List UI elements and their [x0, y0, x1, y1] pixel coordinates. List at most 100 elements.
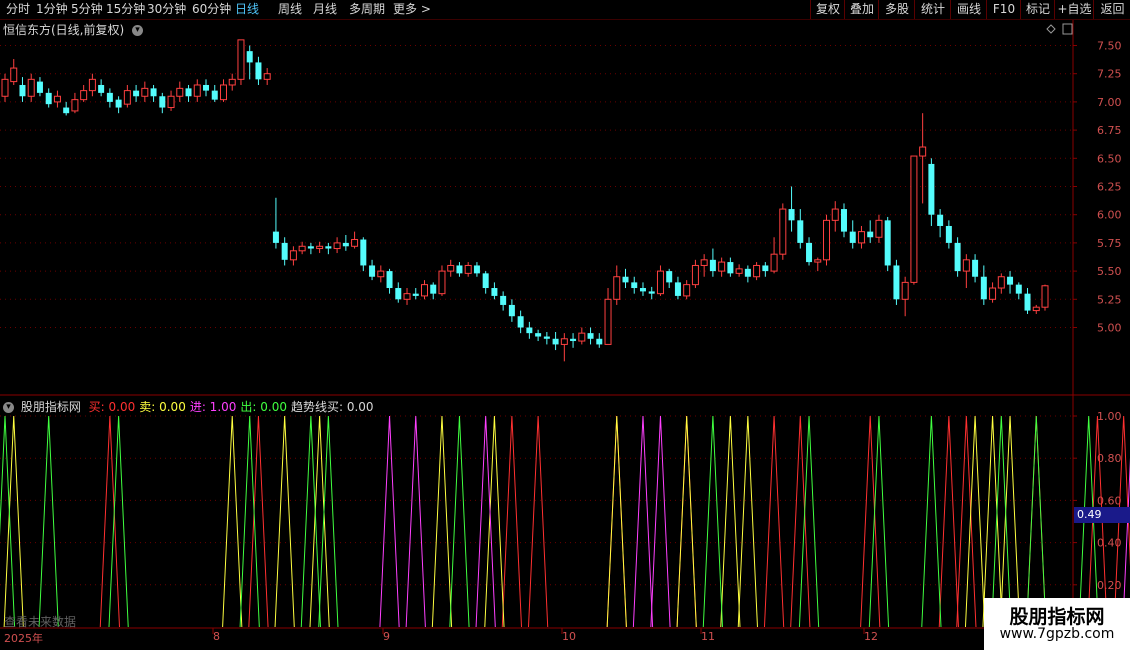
candle-body-down	[185, 88, 192, 97]
candle-body-down	[106, 92, 113, 102]
candle-body-down	[797, 220, 804, 243]
candle-body-down	[19, 84, 26, 97]
indicator-spike-买	[1026, 415, 1047, 628]
indicator-spike-卖	[982, 415, 1003, 628]
candle-body-down	[945, 225, 952, 243]
price-label-0: 7.50	[1097, 40, 1122, 53]
candle-body-down	[500, 295, 507, 305]
candle-body-down	[473, 265, 480, 274]
candle-body-down	[1015, 284, 1022, 294]
candle-body-down	[159, 96, 166, 108]
candle-body-down	[133, 90, 140, 97]
indicator-spike-买	[248, 415, 269, 628]
indicator-spike-出	[300, 415, 321, 628]
candle-body-down	[884, 220, 891, 266]
candle-body-up	[997, 276, 1005, 289]
price-label-4: 6.50	[1097, 152, 1122, 165]
candle-body-up	[779, 208, 787, 255]
candle-body-down	[788, 209, 795, 221]
candle-body-up	[123, 90, 131, 105]
indicator-name: 股朋指标网	[20, 400, 81, 414]
candle-body-up	[141, 87, 149, 97]
indicator-spike-买	[606, 415, 627, 628]
candle-body-up	[718, 261, 726, 272]
candle-body-down	[456, 265, 463, 274]
candle-body-down	[954, 242, 961, 272]
candle-body-up	[814, 259, 822, 263]
candle-body-down	[639, 288, 646, 292]
candle-body-up	[700, 259, 708, 266]
indicator-spike-出	[868, 415, 890, 628]
candle-body-up	[831, 208, 839, 221]
indicator-spike-出	[38, 415, 59, 628]
candle-body-up	[193, 84, 201, 97]
candle-body-up	[1041, 285, 1049, 308]
candle-body-up	[735, 268, 743, 274]
candle-body-down	[928, 163, 935, 215]
candle-body-up	[447, 264, 455, 272]
x-axis-label-5: 12	[864, 630, 878, 643]
indicator-item-2: 进: 1.00	[189, 400, 237, 414]
candle-body-up	[438, 270, 446, 295]
indicator-spike-买	[527, 415, 549, 628]
candle-body-down	[63, 107, 70, 114]
candle-body-down	[36, 81, 43, 93]
candle-body-down	[395, 288, 402, 300]
candle-body-down	[246, 51, 253, 63]
candle-body-down	[543, 336, 550, 339]
candle-body-down	[937, 214, 944, 226]
candle-body-up	[377, 270, 385, 278]
main-chart[interactable]: 7.50 7.25 7.00 6.75 6.50 6.25 6.00 5.75 5.50 5.25…	[0, 0, 1130, 650]
diamond-icon	[1046, 24, 1056, 34]
candle-body-up	[237, 39, 245, 80]
candle-body-down	[307, 246, 314, 249]
candle-body-down	[849, 231, 856, 243]
candle-body-up	[351, 239, 359, 247]
candle-body-up	[71, 99, 79, 112]
candle-body-down	[570, 338, 577, 342]
indicator-spike-卖	[3, 415, 24, 628]
indicator-spike-进	[405, 415, 426, 628]
candle-body-down	[281, 242, 288, 260]
price-label-5: 6.25	[1097, 181, 1122, 194]
candle-body-up	[578, 332, 586, 342]
candle-body-down	[211, 90, 218, 100]
indicator-spike-买	[763, 415, 785, 628]
indicator-spike-进	[379, 415, 400, 628]
candle-body-down	[325, 246, 332, 249]
price-label-7: 5.75	[1097, 237, 1122, 250]
indicator-spike-出	[798, 415, 820, 628]
price-label-8: 5.50	[1097, 265, 1122, 278]
candle-body-up	[420, 284, 428, 297]
price-label-10: 5.00	[1097, 322, 1122, 335]
indicator-header: ▾ 股朋指标网 买: 0.00 卖: 0.00 进: 1.00 出: 0.00 趋势线买…	[3, 398, 378, 415]
candle-body-down	[744, 268, 751, 277]
watermark-url: www.7gpzb.com	[999, 626, 1115, 642]
x-axis-label-0: 2025年	[4, 632, 43, 645]
candle-body-up	[53, 95, 61, 103]
future-data-link[interactable]: 查看未来数据	[4, 613, 76, 630]
candle-body-down	[360, 239, 367, 266]
candle-body-down	[255, 62, 262, 80]
price-label-1: 7.25	[1097, 68, 1122, 81]
candle-body-up	[88, 78, 96, 92]
candle-body-down	[674, 282, 681, 296]
indicator-spike-卖	[606, 415, 627, 628]
indicator-spike-买	[99, 415, 120, 628]
indicator-spike-卖	[309, 415, 330, 628]
candle-body-down	[386, 271, 393, 289]
indicator-spike-买	[956, 415, 977, 628]
candle-body-up	[656, 270, 664, 295]
candle-body-down	[203, 84, 210, 91]
price-label-6: 6.00	[1097, 209, 1122, 222]
candle-body-down	[980, 276, 987, 300]
indicator-spike-卖	[999, 415, 1021, 628]
candle-body-down	[840, 209, 847, 232]
candle-body-down	[526, 327, 533, 334]
indicator-item-0: 买: 0.00	[88, 400, 136, 414]
indicator-chevron-icon[interactable]: ▾	[3, 402, 14, 413]
indicator-spike-出	[921, 415, 942, 628]
indicator-spike-出	[1026, 415, 1047, 628]
candle-body-down	[666, 271, 673, 283]
indicator-spike-卖	[720, 415, 741, 628]
